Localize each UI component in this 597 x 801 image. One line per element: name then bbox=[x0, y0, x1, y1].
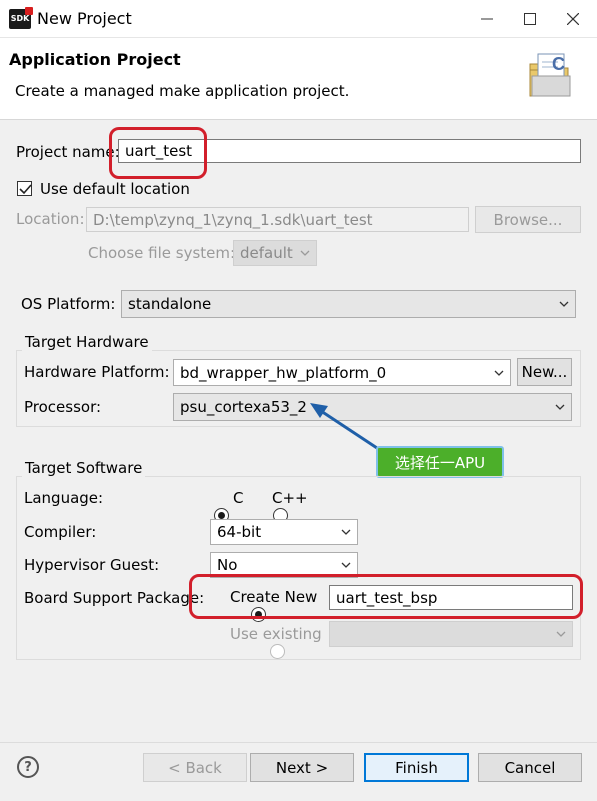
language-cpp-label: C++ bbox=[272, 489, 308, 507]
language-label: Language: bbox=[24, 489, 104, 507]
next-button[interactable]: Next > bbox=[250, 753, 354, 782]
close-button[interactable] bbox=[551, 0, 595, 38]
page-subtitle: Create a managed make application projec… bbox=[15, 82, 350, 100]
sdk-app-icon: SDK bbox=[9, 7, 33, 29]
close-icon bbox=[567, 13, 579, 25]
browse-button[interactable]: Browse... bbox=[475, 206, 581, 233]
location-input[interactable]: D:\temp\zynq_1\zynq_1.sdk\uart_test bbox=[86, 207, 469, 232]
help-icon[interactable]: ? bbox=[17, 756, 39, 778]
chevron-down-icon bbox=[341, 562, 351, 568]
use-default-location-label: Use default location bbox=[40, 180, 190, 198]
hypervisor-guest-value: No bbox=[217, 556, 238, 574]
minimize-icon bbox=[481, 18, 493, 20]
callout-select-apu: 选择任一APU bbox=[376, 446, 504, 478]
file-system-label: Choose file system: bbox=[88, 244, 236, 262]
hypervisor-guest-label: Hypervisor Guest: bbox=[24, 556, 160, 574]
maximize-button[interactable] bbox=[508, 0, 552, 38]
hardware-platform-value: bd_wrapper_hw_platform_0 bbox=[180, 363, 387, 382]
os-platform-select[interactable]: standalone bbox=[121, 290, 576, 318]
compiler-label: Compiler: bbox=[24, 523, 97, 541]
target-software-label: Target Software bbox=[22, 459, 146, 477]
processor-value: psu_cortexa53_2 bbox=[180, 398, 307, 416]
highlight-project-name bbox=[109, 127, 207, 179]
cancel-button[interactable]: Cancel bbox=[478, 753, 582, 782]
file-system-select[interactable]: default bbox=[233, 240, 317, 266]
window-title: New Project bbox=[37, 9, 132, 28]
os-platform-value: standalone bbox=[128, 295, 212, 313]
svg-text:C: C bbox=[552, 54, 565, 74]
project-name-label: Project name: bbox=[16, 143, 120, 161]
file-system-value: default bbox=[240, 244, 293, 262]
chevron-down-icon bbox=[300, 250, 310, 256]
page-title: Application Project bbox=[9, 50, 181, 69]
compiler-value: 64-bit bbox=[217, 523, 262, 541]
checkmark-icon bbox=[19, 184, 32, 195]
finish-button[interactable]: Finish bbox=[364, 753, 469, 782]
bsp-use-existing-label: Use existing bbox=[230, 625, 322, 643]
chevron-down-icon bbox=[559, 301, 569, 307]
location-label: Location: bbox=[16, 210, 85, 228]
hardware-platform-label: Hardware Platform: bbox=[24, 363, 170, 381]
new-hardware-platform-button[interactable]: New... bbox=[517, 358, 572, 386]
footer-separator bbox=[0, 742, 597, 743]
new-project-wizard-icon: C bbox=[529, 53, 571, 97]
minimize-button[interactable] bbox=[465, 0, 509, 38]
back-button[interactable]: < Back bbox=[143, 753, 247, 782]
chevron-down-icon bbox=[555, 404, 565, 410]
use-default-location-checkbox[interactable] bbox=[17, 181, 32, 196]
processor-label: Processor: bbox=[24, 398, 102, 416]
bsp-label: Board Support Package: bbox=[24, 589, 205, 607]
chevron-down-icon bbox=[341, 529, 351, 535]
bsp-existing-select[interactable] bbox=[329, 621, 573, 647]
hardware-platform-select[interactable]: bd_wrapper_hw_platform_0 bbox=[173, 359, 511, 386]
chevron-down-icon bbox=[494, 370, 504, 376]
maximize-icon bbox=[524, 13, 536, 25]
compiler-select[interactable]: 64-bit bbox=[210, 519, 358, 545]
target-hardware-label: Target Hardware bbox=[22, 333, 152, 351]
os-platform-label: OS Platform: bbox=[21, 295, 116, 313]
highlight-bsp bbox=[189, 574, 583, 619]
chevron-down-icon bbox=[556, 631, 566, 637]
language-c-label: C bbox=[233, 489, 244, 507]
